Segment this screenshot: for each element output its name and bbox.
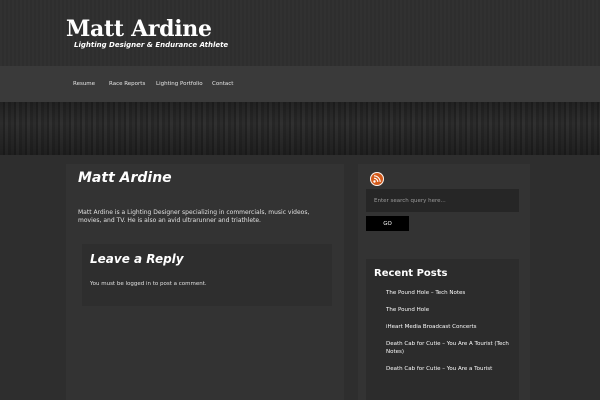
main-nav: Resume Race Reports Lighting Portfolio C… [0,66,600,102]
page-body-text: Matt Ardine is a Lighting Designer speci… [78,209,310,224]
recent-post-link[interactable]: The Pound Hole – Tech Notes [386,290,516,298]
site-title[interactable]: Matt Ardine [66,16,212,42]
header-banner [0,102,600,155]
reply-heading: Leave a Reply [90,252,184,266]
recent-posts-widget: Recent Posts The Pound Hole – Tech Notes… [366,259,519,400]
recent-post-link[interactable]: Death Cab for Cutie – You Are a Tourist [386,366,516,374]
main-content: Matt Ardine Matt Ardine is a Lighting De… [66,164,344,400]
search-input[interactable] [366,189,519,212]
nav-item-race-reports[interactable]: Race Reports [109,74,145,94]
recent-post-link[interactable]: Death Cab for Cutie – You Are A Tourist … [386,341,516,356]
reply-section: Leave a Reply You must be logged in to p… [82,244,332,306]
nav-item-contact[interactable]: Contact [212,74,233,94]
search-go-button[interactable]: GO [366,216,409,231]
site-header: Matt Ardine Lighting Designer & Enduranc… [0,0,600,66]
recent-post-link[interactable]: The Pound Hole [386,307,516,315]
page-title: Matt Ardine [78,170,172,186]
nav-item-resume[interactable]: Resume [73,74,95,94]
recent-post-link[interactable]: iHeart Media Broadcast Concerts [386,324,516,332]
site-tagline: Lighting Designer & Endurance Athlete [74,41,229,49]
login-required-note: You must be logged in to post a comment. [90,281,207,287]
sidebar: GO Recent Posts The Pound Hole – Tech No… [358,164,530,400]
rss-icon[interactable] [370,172,384,186]
recent-posts-heading: Recent Posts [374,268,448,279]
nav-item-lighting-portfolio[interactable]: Lighting Portfolio [156,74,203,94]
